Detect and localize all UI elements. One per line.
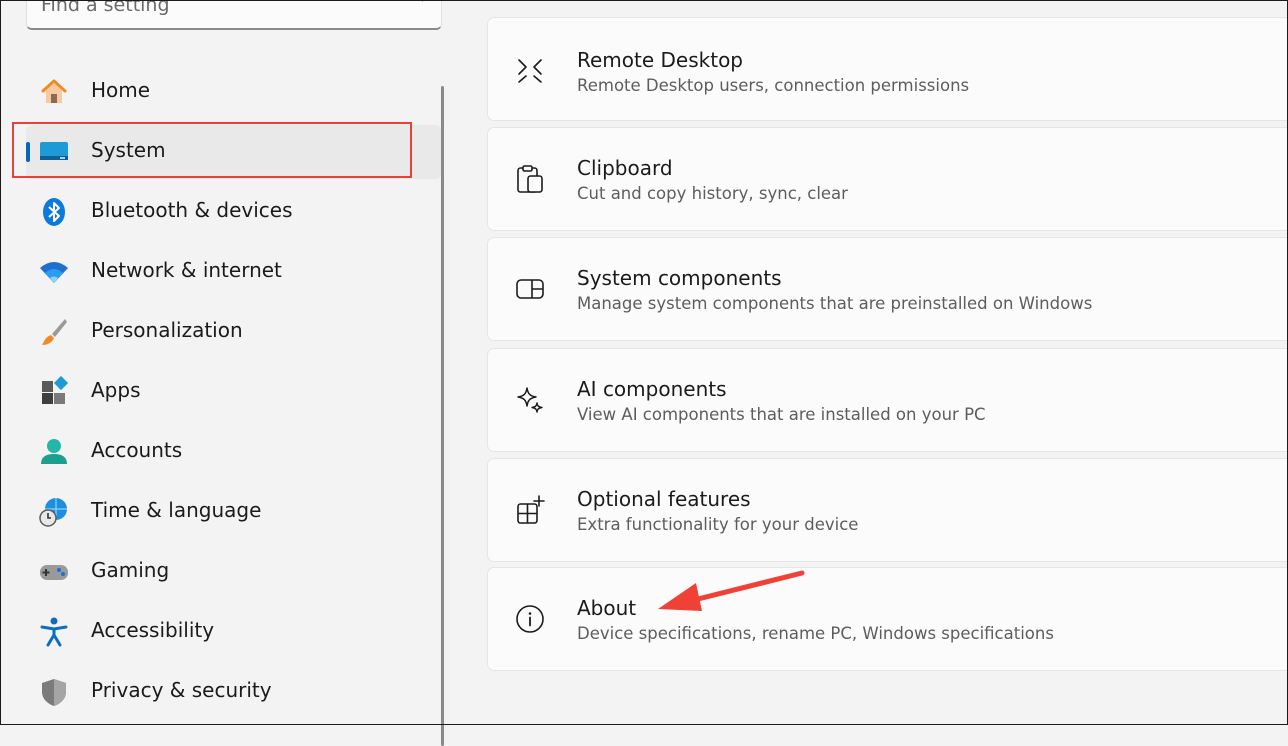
info-icon (516, 605, 544, 633)
search-box[interactable] (26, 0, 442, 30)
sidebar-item-home[interactable]: Home (26, 65, 442, 119)
clipboard-icon (517, 165, 543, 193)
home-icon (38, 76, 70, 108)
card-title: Optional features (577, 487, 751, 511)
sidebar-item-label: Network & internet (91, 258, 282, 282)
system-components-icon (516, 279, 544, 299)
sidebar-item-privacy-security[interactable]: Privacy & security (26, 665, 442, 719)
shield-icon (38, 676, 70, 708)
card-title: About (577, 596, 637, 620)
sidebar-item-accessibility[interactable]: Accessibility (26, 605, 442, 659)
sidebar-item-label: Accounts (91, 438, 183, 462)
card-description: Manage system components that are preins… (577, 294, 1093, 313)
sidebar-item-label: Bluetooth & devices (91, 198, 293, 222)
sidebar-item-gaming[interactable]: Gaming (26, 545, 442, 599)
search-icon[interactable] (407, 0, 425, 3)
card-clipboard[interactable]: Clipboard Cut and copy history, sync, cl… (487, 127, 1288, 231)
sidebar-scrollbar[interactable] (441, 86, 444, 746)
globe-clock-icon (38, 496, 70, 528)
card-ai-components[interactable]: AI components View AI components that ar… (487, 348, 1288, 452)
card-optional-features[interactable]: Optional features Extra functionality fo… (487, 458, 1288, 562)
brush-icon (38, 316, 70, 348)
sidebar-item-label: Personalization (91, 318, 243, 342)
card-about[interactable]: About Device specifications, rename PC, … (487, 567, 1288, 671)
annotation-arrow (658, 570, 805, 611)
optional-features-icon (517, 495, 545, 524)
card-title: Remote Desktop (577, 48, 744, 72)
sidebar-item-label: Time & language (91, 498, 262, 522)
card-description: Device specifications, rename PC, Window… (577, 624, 1054, 643)
wifi-icon (38, 256, 70, 288)
apps-icon (38, 376, 70, 408)
card-system-components[interactable]: System components Manage system componen… (487, 237, 1288, 341)
annotation-highlight-box (12, 122, 412, 178)
sidebar-item-apps[interactable]: Apps (26, 365, 442, 419)
sidebar-item-label: Accessibility (91, 618, 215, 642)
sidebar-item-label: Gaming (91, 558, 170, 582)
bluetooth-icon (38, 196, 70, 228)
card-title: System components (577, 266, 782, 290)
card-description: Cut and copy history, sync, clear (577, 184, 848, 203)
card-remote-desktop[interactable]: Remote Desktop Remote Desktop users, con… (487, 17, 1288, 121)
sidebar-item-label: Home (91, 78, 151, 102)
sidebar-item-accounts[interactable]: Accounts (26, 425, 442, 479)
search-input[interactable] (41, 0, 381, 17)
gamepad-icon (38, 556, 70, 588)
accessibility-icon (38, 616, 70, 648)
card-title: AI components (577, 377, 727, 401)
card-description: Remote Desktop users, connection permiss… (577, 76, 970, 95)
sidebar-item-personalization[interactable]: Personalization (26, 305, 442, 359)
sidebar-item-time-language[interactable]: Time & language (26, 485, 442, 539)
sidebar-item-network[interactable]: Network & internet (26, 245, 442, 299)
sparkle-icon (517, 387, 543, 413)
sidebar-item-label: Apps (91, 378, 141, 402)
card-title: Clipboard (577, 156, 673, 180)
sidebar-item-bluetooth[interactable]: Bluetooth & devices (26, 185, 442, 239)
card-description: Extra functionality for your device (577, 515, 859, 534)
remote-desktop-icon (518, 59, 542, 83)
account-icon (38, 436, 70, 468)
card-description: View AI components that are installed on… (577, 405, 986, 424)
sidebar-item-label: Privacy & security (91, 678, 272, 702)
